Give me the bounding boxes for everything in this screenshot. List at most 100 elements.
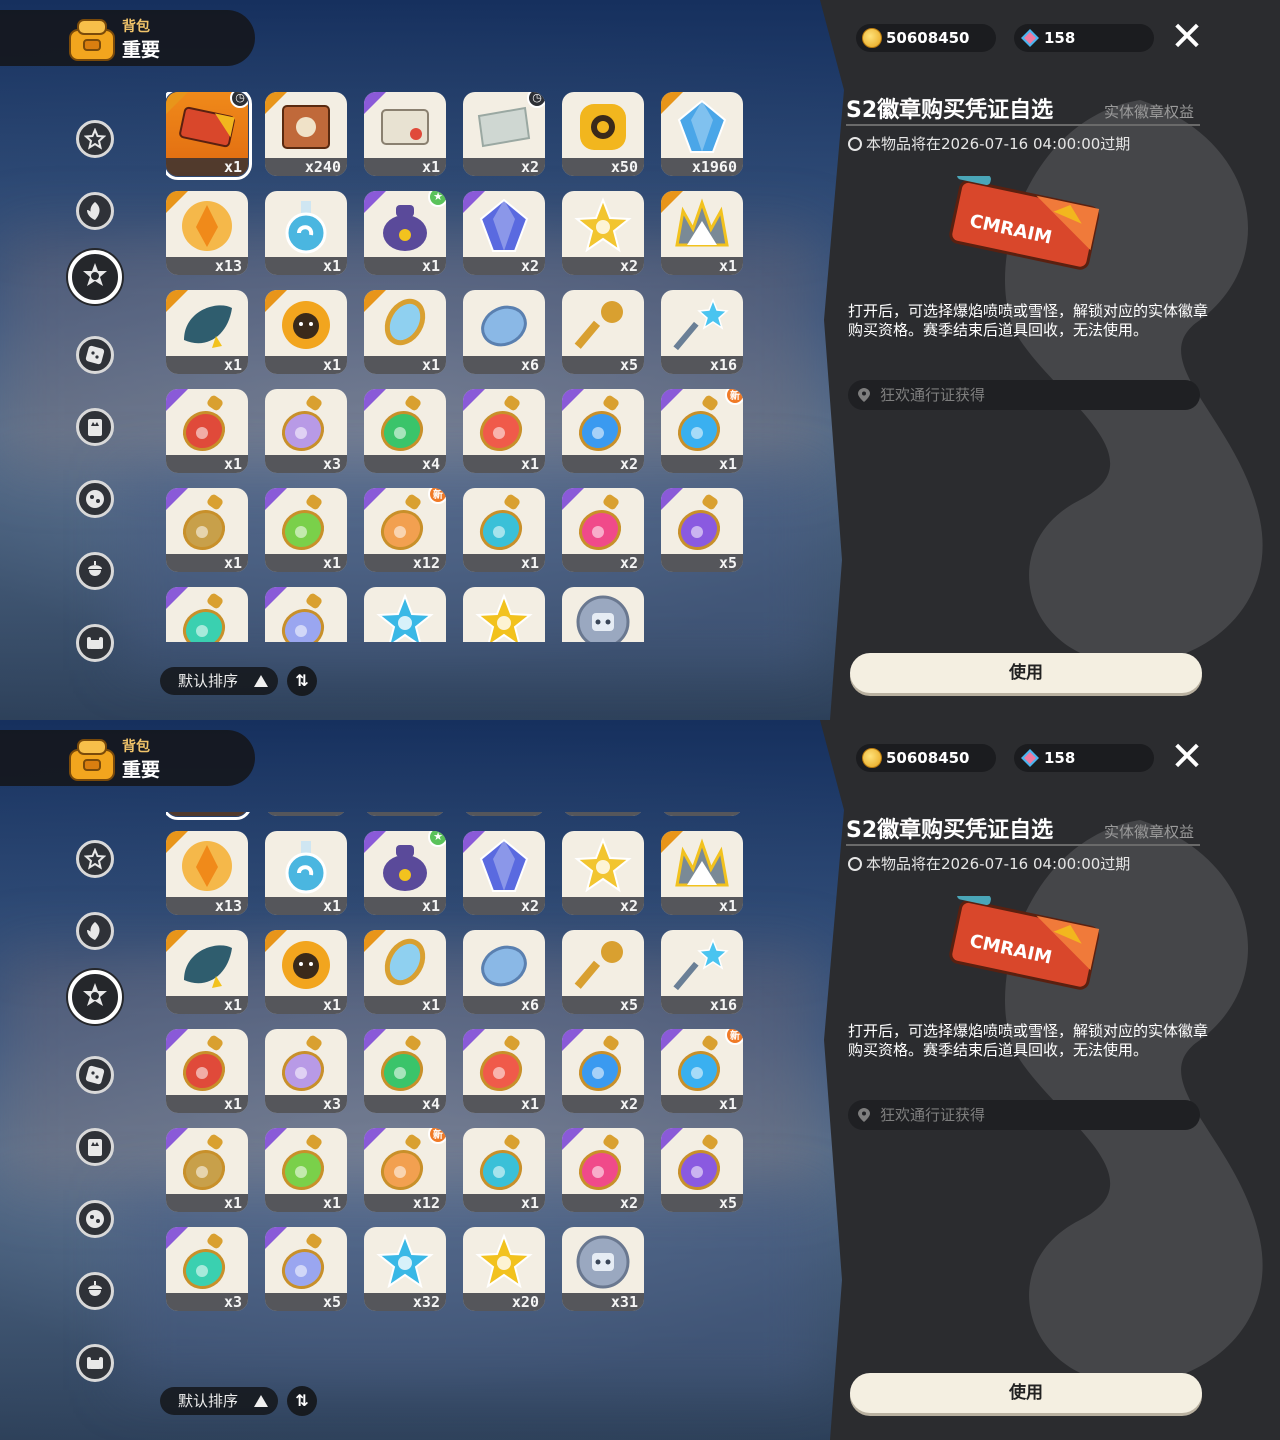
inventory-item[interactable]: x1 — [166, 1128, 248, 1212]
inventory-item[interactable]: x1 — [463, 488, 545, 572]
inventory-item[interactable]: x31 — [562, 587, 644, 642]
inventory-item[interactable]: x2 — [463, 191, 545, 275]
inventory-item[interactable]: x16 — [661, 930, 743, 1014]
inventory-item[interactable]: x3 — [166, 1227, 248, 1311]
category-tab-crown-card[interactable] — [76, 408, 114, 446]
category-tab-chair[interactable] — [76, 1344, 114, 1382]
inventory-item[interactable]: x1 — [463, 1029, 545, 1113]
disc-icon — [475, 936, 533, 994]
category-tab-leaf[interactable] — [76, 192, 114, 230]
inventory-item[interactable]: x2 — [562, 488, 644, 572]
inventory-item[interactable]: x1 — [661, 191, 743, 275]
inventory-item[interactable]: x1 — [166, 1029, 248, 1113]
inventory-item[interactable]: x50 — [562, 812, 644, 816]
flask-icon — [277, 197, 335, 255]
category-tab-emblem[interactable] — [68, 970, 122, 1024]
inventory-item[interactable]: x1◷ — [166, 812, 252, 820]
inventory-item[interactable]: x2 — [562, 1128, 644, 1212]
inventory-item[interactable]: x5 — [265, 1227, 347, 1311]
inventory-item[interactable]: x1 — [463, 389, 545, 473]
inventory-item[interactable]: x1 — [265, 831, 347, 915]
category-tab-emblem[interactable] — [68, 250, 122, 304]
category-tab-dice[interactable] — [76, 336, 114, 374]
category-tab-acorn[interactable] — [76, 1272, 114, 1310]
inventory-item[interactable]: x1 — [364, 930, 446, 1014]
inventory-item[interactable]: x1 — [661, 831, 743, 915]
close-icon[interactable]: ✕ — [1168, 737, 1206, 777]
inventory-item[interactable]: x6 — [463, 930, 545, 1014]
item-grid[interactable]: x1◷x240x1x2◷x50x1960x13x1x1★x2x2x1x1x1x1… — [166, 812, 756, 1362]
inventory-item[interactable]: x5 — [661, 488, 743, 572]
inventory-item[interactable]: x3 — [265, 389, 347, 473]
inventory-item[interactable]: x5 — [562, 930, 644, 1014]
inventory-item[interactable]: x4 — [364, 389, 446, 473]
inventory-item[interactable]: x1 — [265, 191, 347, 275]
inventory-item[interactable]: x1 — [166, 290, 248, 374]
category-tab-crown-card[interactable] — [76, 1128, 114, 1166]
inventory-item[interactable]: x32 — [364, 587, 446, 642]
category-tab-chair[interactable] — [76, 624, 114, 662]
inventory-item[interactable]: x1 — [166, 488, 248, 572]
inventory-item[interactable]: x1960 — [661, 92, 743, 176]
potion-icon — [178, 593, 236, 642]
inventory-item[interactable]: x31 — [562, 1227, 644, 1311]
inventory-item[interactable]: x1◷ — [166, 92, 252, 180]
inventory-item[interactable]: x3 — [166, 587, 248, 642]
sort-dropdown[interactable]: 默认排序 — [160, 1387, 278, 1415]
category-tab-star-badge[interactable] — [76, 120, 114, 158]
inventory-item[interactable]: x1 — [265, 488, 347, 572]
inventory-item[interactable]: x32 — [364, 1227, 446, 1311]
inventory-item[interactable]: x1 ★ — [364, 831, 446, 915]
inventory-item[interactable]: x2 — [562, 191, 644, 275]
category-tab-star-badge[interactable] — [76, 840, 114, 878]
inventory-item[interactable]: x2◷ — [463, 92, 545, 176]
use-button[interactable]: 使用 — [850, 653, 1202, 693]
inventory-item[interactable]: x4 — [364, 1029, 446, 1113]
category-tab-dice[interactable] — [76, 1056, 114, 1094]
inventory-item[interactable]: x5 — [562, 290, 644, 374]
inventory-item[interactable]: x3 — [265, 1029, 347, 1113]
inventory-category: 背包 — [122, 739, 150, 755]
inventory-item[interactable]: x1 ★ — [364, 191, 446, 275]
category-tab-leaf[interactable] — [76, 912, 114, 950]
inventory-item[interactable]: x1 — [364, 92, 446, 176]
inventory-item[interactable]: x1 新 — [661, 1029, 743, 1113]
inventory-item[interactable]: x1 — [265, 930, 347, 1014]
sort-dropdown[interactable]: 默认排序 — [160, 667, 278, 695]
inventory-item[interactable]: x1960 — [661, 812, 743, 816]
inventory-item[interactable]: x1 — [265, 1128, 347, 1212]
inventory-item[interactable]: x13 — [166, 191, 248, 275]
inventory-item[interactable]: x2 — [562, 831, 644, 915]
item-grid[interactable]: x1◷x240x1x2◷x50x1960x13x1x1★x2x2x1x1x1x1… — [166, 92, 756, 642]
sort-order-toggle[interactable]: ⇅ — [287, 666, 317, 696]
inventory-item[interactable]: x16 — [661, 290, 743, 374]
inventory-item[interactable]: x6 — [463, 290, 545, 374]
inventory-item[interactable]: x1 新 — [661, 389, 743, 473]
inventory-item[interactable]: x1 — [364, 290, 446, 374]
inventory-item[interactable]: x12 新 — [364, 1128, 446, 1212]
inventory-item[interactable]: x2 — [562, 389, 644, 473]
inventory-item[interactable]: x1 — [166, 389, 248, 473]
inventory-item[interactable]: x2 — [562, 1029, 644, 1113]
use-button[interactable]: 使用 — [850, 1373, 1202, 1413]
inventory-item[interactable]: x1 — [463, 1128, 545, 1212]
inventory-item[interactable]: x2 — [463, 831, 545, 915]
inventory-item[interactable]: x12 新 — [364, 488, 446, 572]
inventory-item[interactable]: x20 — [463, 1227, 545, 1311]
inventory-item[interactable]: x5 — [661, 1128, 743, 1212]
category-tab-acorn[interactable] — [76, 552, 114, 590]
sort-order-toggle[interactable]: ⇅ — [287, 1386, 317, 1416]
inventory-item[interactable]: x240 — [265, 92, 347, 176]
close-icon[interactable]: ✕ — [1168, 17, 1206, 57]
category-tab-ball[interactable] — [76, 480, 114, 518]
inventory-item[interactable]: x20 — [463, 587, 545, 642]
inventory-item[interactable]: x2◷ — [463, 812, 545, 816]
inventory-item[interactable]: x1 — [166, 930, 248, 1014]
inventory-item[interactable]: x240 — [265, 812, 347, 816]
inventory-item[interactable]: x50 — [562, 92, 644, 176]
inventory-item[interactable]: x13 — [166, 831, 248, 915]
inventory-item[interactable]: x5 — [265, 587, 347, 642]
category-tab-ball[interactable] — [76, 1200, 114, 1238]
inventory-item[interactable]: x1 — [265, 290, 347, 374]
inventory-item[interactable]: x1 — [364, 812, 446, 816]
